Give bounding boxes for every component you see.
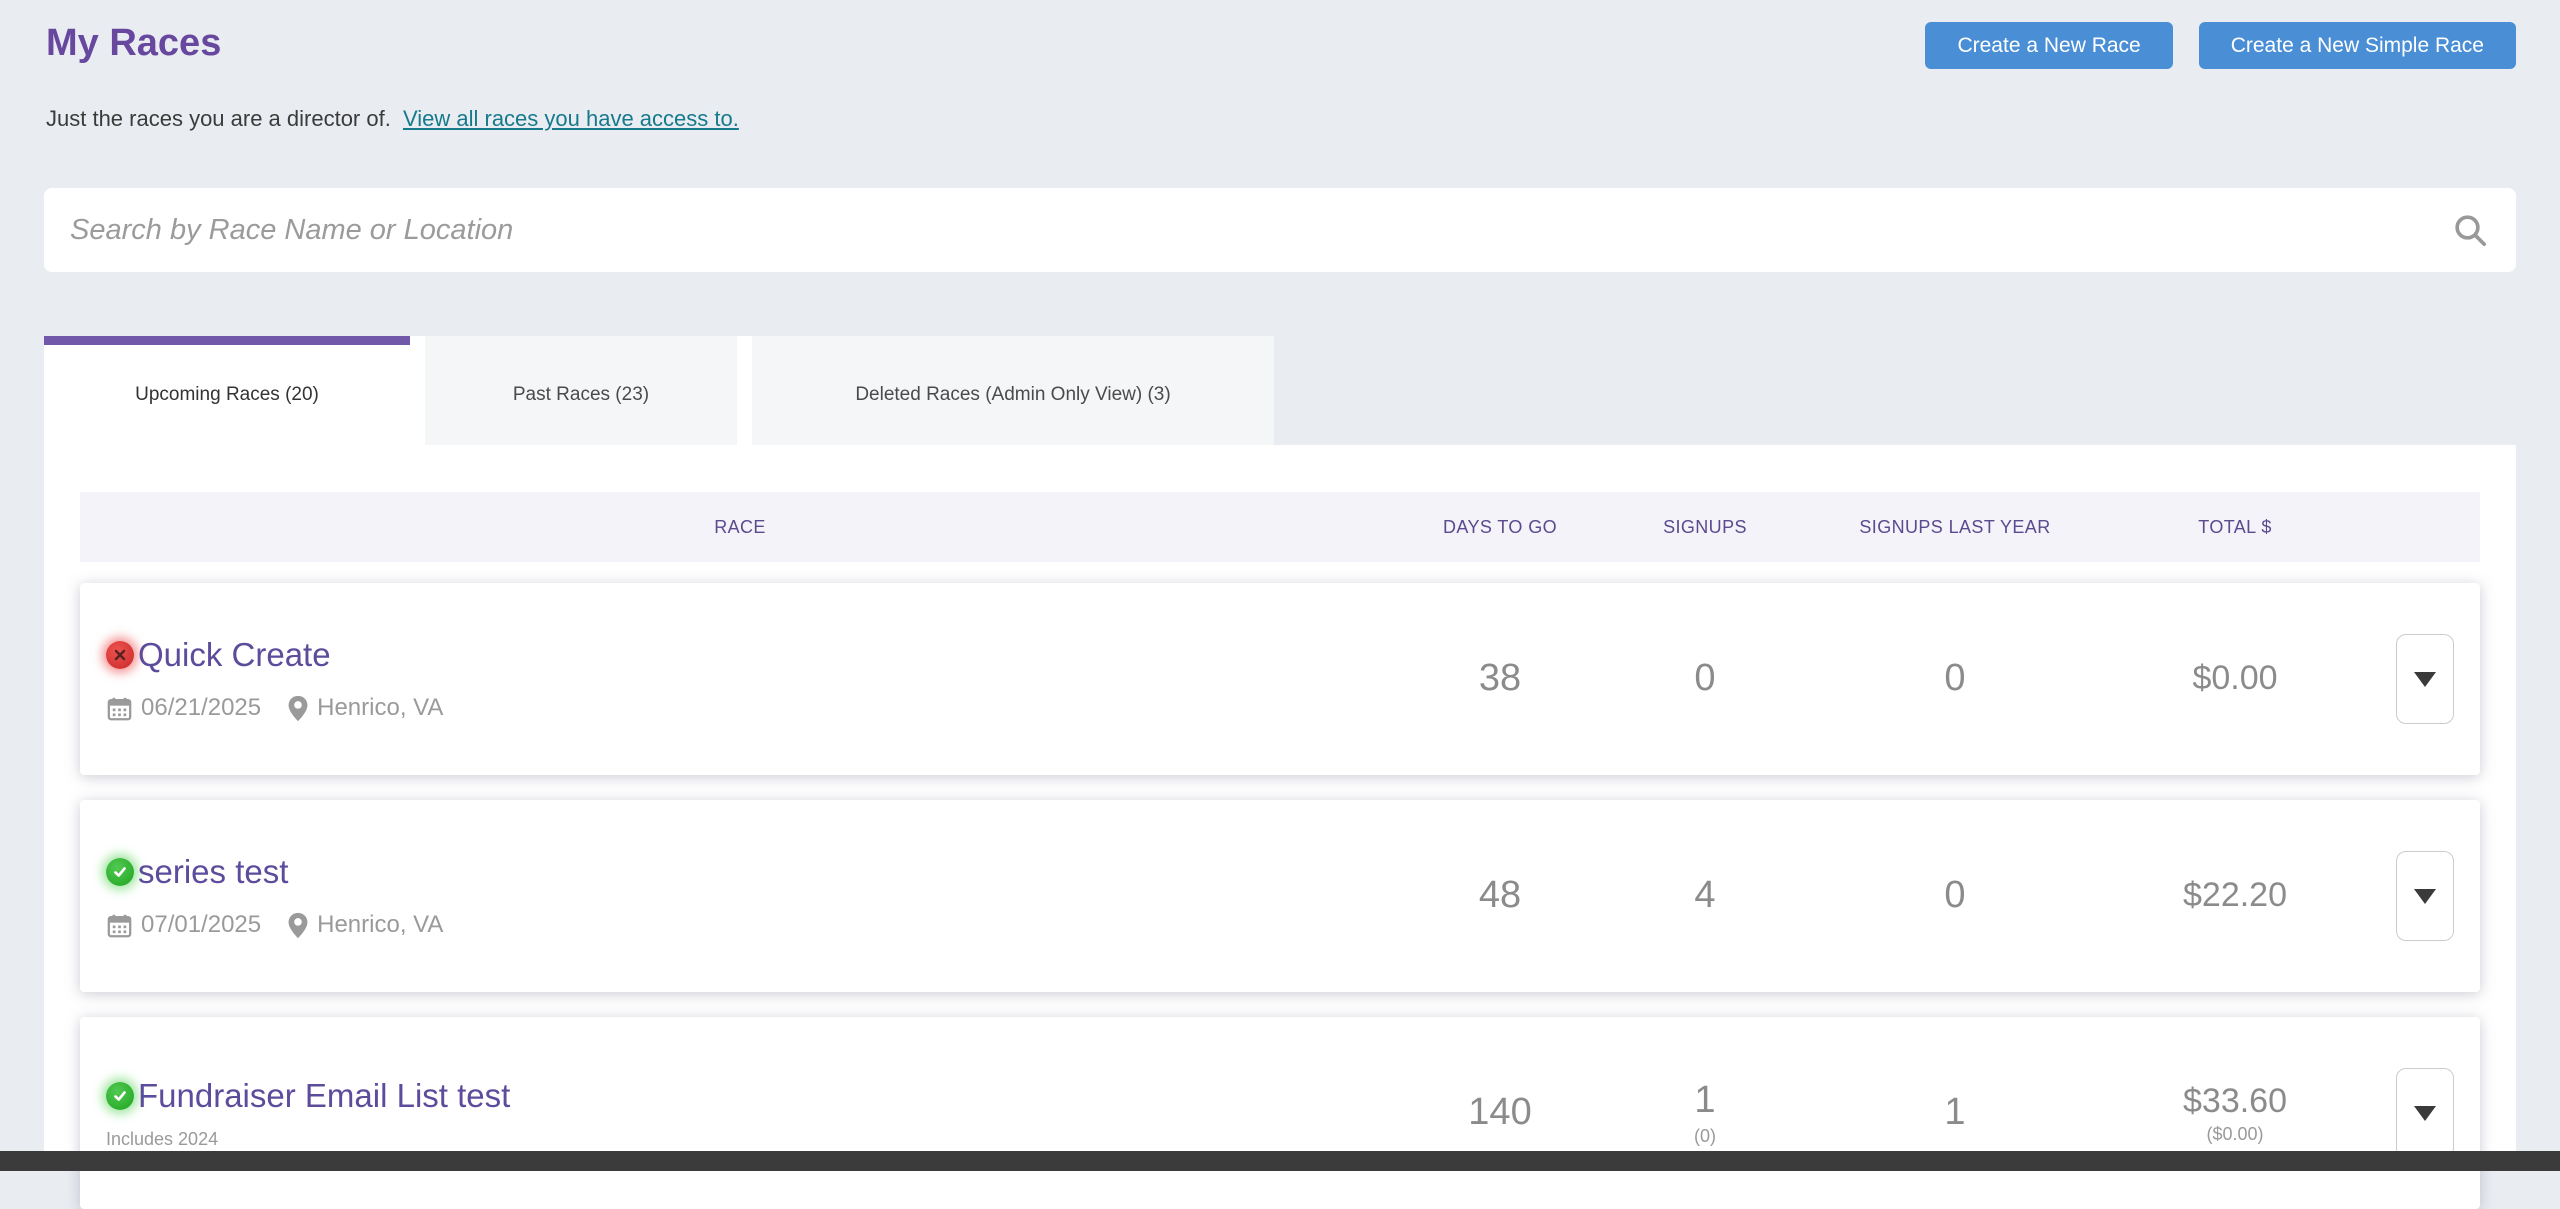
tab-upcoming-races[interactable]: Upcoming Races (20) xyxy=(44,336,410,445)
signups-sub-value: (0) xyxy=(1694,1126,1716,1146)
chevron-down-icon xyxy=(2414,888,2436,904)
race-date: 07/01/2025 xyxy=(141,911,262,938)
signups-value: 0 xyxy=(1694,657,1716,700)
calendar-icon xyxy=(107,697,132,720)
column-header-days-to-go: DAYS TO GO xyxy=(1442,516,1558,537)
calendar-icon xyxy=(107,914,132,937)
race-name-link[interactable]: series test xyxy=(138,853,288,891)
signups-value: 1 (0) xyxy=(1600,1079,1810,1146)
tab-deleted-races[interactable]: Deleted Races (Admin Only View) (3) xyxy=(752,336,1274,445)
location-pin-icon xyxy=(288,912,308,938)
signups-value: 4 xyxy=(1694,874,1716,917)
subtitle-text: Just the races you are a director of. xyxy=(46,106,391,131)
table-header: RACE DAYS TO GO SIGNUPS SIGNUPS LAST YEA… xyxy=(80,492,2480,562)
days-to-go-value: 48 xyxy=(1478,874,1522,917)
location-pin-icon xyxy=(288,695,308,721)
signups-number: 1 xyxy=(1694,1079,1716,1122)
row-actions-dropdown[interactable] xyxy=(2396,634,2454,724)
green-check-icon xyxy=(106,1081,134,1110)
chevron-down-icon xyxy=(2414,671,2436,687)
total-value: $33.60 ($0.00) xyxy=(2100,1082,2370,1145)
tab-past-races[interactable]: Past Races (23) xyxy=(425,336,737,445)
table-row: Quick Create 06/21/2025 Henrico, VA 38 0… xyxy=(80,583,2480,775)
row-actions-dropdown[interactable] xyxy=(2396,1068,2454,1158)
race-date: 06/21/2025 xyxy=(141,694,262,721)
tab-bar: Upcoming Races (20) Past Races (23) Dele… xyxy=(44,336,1274,445)
days-to-go-value: 38 xyxy=(1478,657,1522,700)
days-to-go-value: 140 xyxy=(1468,1091,1532,1134)
header-buttons: Create a New Race Create a New Simple Ra… xyxy=(1925,22,2516,69)
column-header-race: RACE xyxy=(714,516,766,537)
tab-divider xyxy=(410,336,425,445)
column-header-signups: SIGNUPS xyxy=(1663,516,1747,537)
create-new-simple-race-button[interactable]: Create a New Simple Race xyxy=(2198,22,2516,69)
signups-last-year-value: 1 xyxy=(1944,1091,1966,1134)
column-header-signups-last-year: SIGNUPS LAST YEAR xyxy=(1859,516,2051,537)
race-meta: 06/21/2025 Henrico, VA xyxy=(106,694,1400,722)
search-input[interactable] xyxy=(70,188,2450,272)
race-name-link[interactable]: Fundraiser Email List test xyxy=(138,1077,510,1115)
total-sub-value: ($0.00) xyxy=(2206,1123,2264,1144)
bottom-bar xyxy=(0,1151,2560,1171)
view-all-races-link[interactable]: View all races you have access to. xyxy=(403,106,739,131)
create-new-race-button[interactable]: Create a New Race xyxy=(1925,22,2173,69)
race-meta: 07/01/2025 Henrico, VA xyxy=(106,911,1400,939)
red-x-icon xyxy=(106,641,134,669)
chevron-down-icon xyxy=(2414,1105,2436,1121)
signups-last-year-value: 0 xyxy=(1944,874,1966,917)
total-value: $22.20 xyxy=(2183,876,2287,915)
signups-last-year-value: 0 xyxy=(1944,657,1966,700)
total-number: $33.60 xyxy=(2183,1081,2287,1120)
races-panel: RACE DAYS TO GO SIGNUPS SIGNUPS LAST YEA… xyxy=(44,445,2516,1209)
table-row: Fundraiser Email List test Includes 2024… xyxy=(80,1017,2480,1209)
tab-divider xyxy=(737,336,752,445)
column-header-total: TOTAL $ xyxy=(2198,516,2272,537)
page-subtitle: Just the races you are a director of. Vi… xyxy=(46,106,739,132)
race-name-link[interactable]: Quick Create xyxy=(138,636,331,674)
search-icon[interactable] xyxy=(2450,210,2490,250)
search-bar xyxy=(44,188,2516,272)
total-value: $0.00 xyxy=(2192,659,2278,698)
race-note: Includes 2024 xyxy=(106,1128,219,1149)
race-cell: Fundraiser Email List test Includes 2024 xyxy=(80,1077,1400,1150)
race-location: Henrico, VA xyxy=(317,911,444,938)
race-location: Henrico, VA xyxy=(317,694,444,721)
table-row: series test 07/01/2025 Henrico, VA 48 4 … xyxy=(80,800,2480,992)
row-actions-dropdown[interactable] xyxy=(2396,851,2454,941)
race-cell: Quick Create 06/21/2025 Henrico, VA xyxy=(80,636,1400,722)
green-check-icon xyxy=(106,858,134,886)
page-title: My Races xyxy=(46,22,222,64)
race-cell: series test 07/01/2025 Henrico, VA xyxy=(80,853,1400,939)
